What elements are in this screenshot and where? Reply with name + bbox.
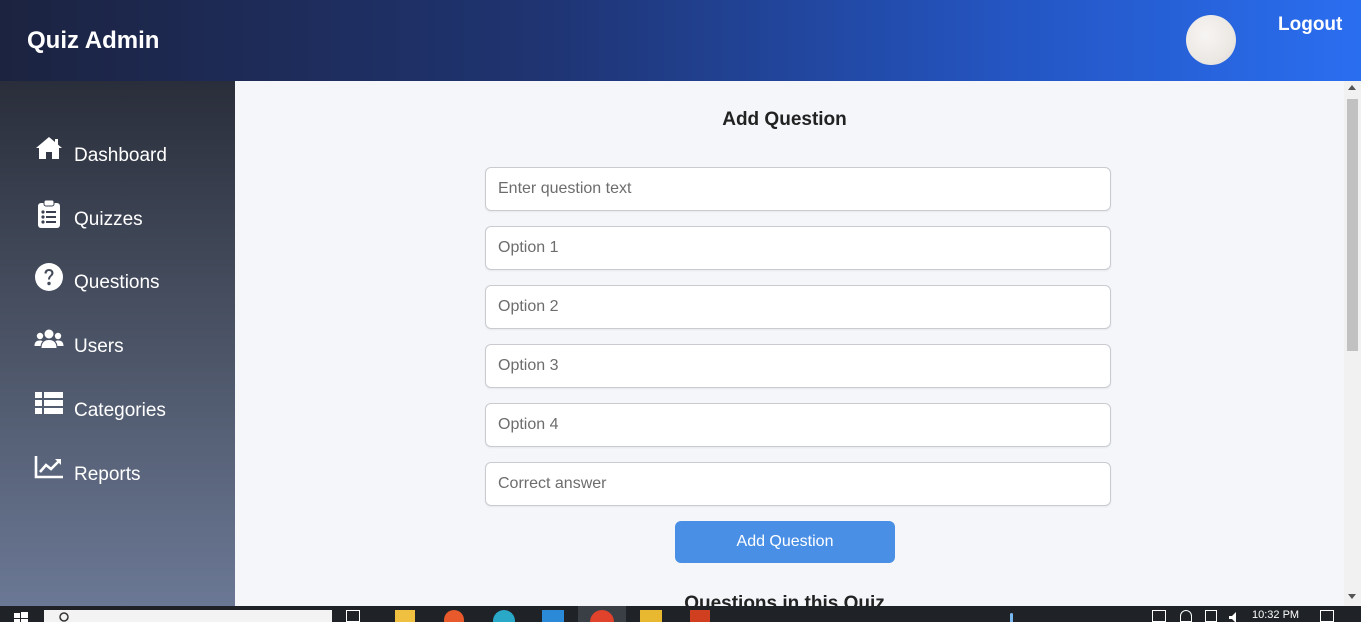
app-folder-icon[interactable] xyxy=(640,610,662,622)
logout-button[interactable]: Logout xyxy=(1278,14,1342,36)
sidebar-item-label: Categories xyxy=(74,400,166,421)
questions-section-title: Questions in this Quiz xyxy=(684,593,885,606)
scroll-up-icon[interactable] xyxy=(1348,85,1356,90)
taskbar-clock[interactable]: 10:32 PM xyxy=(1252,609,1299,621)
chart-line-icon xyxy=(34,454,64,482)
file-explorer-icon[interactable] xyxy=(395,610,415,622)
sidebar-item-users[interactable]: Users xyxy=(34,326,224,366)
sidebar-item-label: Questions xyxy=(74,272,160,293)
top-bar: Quiz Admin Logout xyxy=(0,0,1361,81)
page-title: Add Question xyxy=(722,109,847,130)
brand-title: Quiz Admin xyxy=(27,27,160,54)
sidebar-item-questions[interactable]: Questions xyxy=(34,262,224,302)
app-red-icon[interactable] xyxy=(690,610,710,622)
home-icon xyxy=(34,135,64,163)
option-1-input[interactable] xyxy=(485,226,1111,270)
app-orange-icon[interactable] xyxy=(444,610,464,622)
tray-icon-1[interactable] xyxy=(1152,610,1166,622)
sidebar-item-reports[interactable]: Reports xyxy=(34,454,224,494)
sidebar-item-label: Dashboard xyxy=(74,145,167,166)
taskbar: 10:32 PM xyxy=(0,606,1361,622)
volume-icon[interactable] xyxy=(1228,610,1240,622)
option-4-input[interactable] xyxy=(485,403,1111,447)
task-view-icon[interactable] xyxy=(346,610,360,622)
add-question-button[interactable]: Add Question xyxy=(675,521,895,563)
chrome-taskbar-slot[interactable] xyxy=(578,606,626,622)
list-icon xyxy=(34,390,64,418)
chrome-icon xyxy=(590,610,614,622)
sidebar: Dashboard Quizzes Questions Users Catego… xyxy=(0,81,235,606)
correct-answer-input[interactable] xyxy=(485,462,1111,506)
users-icon xyxy=(34,326,64,354)
notifications-icon[interactable] xyxy=(1320,610,1334,622)
question-circle-icon xyxy=(34,262,64,291)
sidebar-item-dashboard[interactable]: Dashboard xyxy=(34,135,224,175)
sidebar-item-quizzes[interactable]: Quizzes xyxy=(34,199,224,239)
windows-start-icon[interactable] xyxy=(14,610,28,622)
network-icon[interactable] xyxy=(1180,610,1192,622)
edge-icon[interactable] xyxy=(493,610,515,622)
sidebar-item-label: Quizzes xyxy=(74,209,143,230)
vscode-icon[interactable] xyxy=(542,610,564,622)
scrollbar-thumb[interactable] xyxy=(1347,99,1358,351)
taskbar-search-box[interactable] xyxy=(44,610,332,622)
option-2-input[interactable] xyxy=(485,285,1111,329)
scroll-down-icon[interactable] xyxy=(1348,594,1356,599)
clipboard-icon xyxy=(34,199,64,228)
weather-icon[interactable] xyxy=(1006,610,1018,622)
sidebar-item-categories[interactable]: Categories xyxy=(34,390,224,430)
battery-icon[interactable] xyxy=(1205,610,1217,622)
question-text-input[interactable] xyxy=(485,167,1111,211)
sidebar-item-label: Reports xyxy=(74,464,141,485)
avatar[interactable] xyxy=(1186,15,1236,65)
search-icon xyxy=(59,612,69,622)
main-content: Add Question Add Question Questions in t… xyxy=(235,81,1344,606)
vertical-scrollbar[interactable] xyxy=(1344,81,1361,606)
sidebar-item-label: Users xyxy=(74,336,124,357)
option-3-input[interactable] xyxy=(485,344,1111,388)
